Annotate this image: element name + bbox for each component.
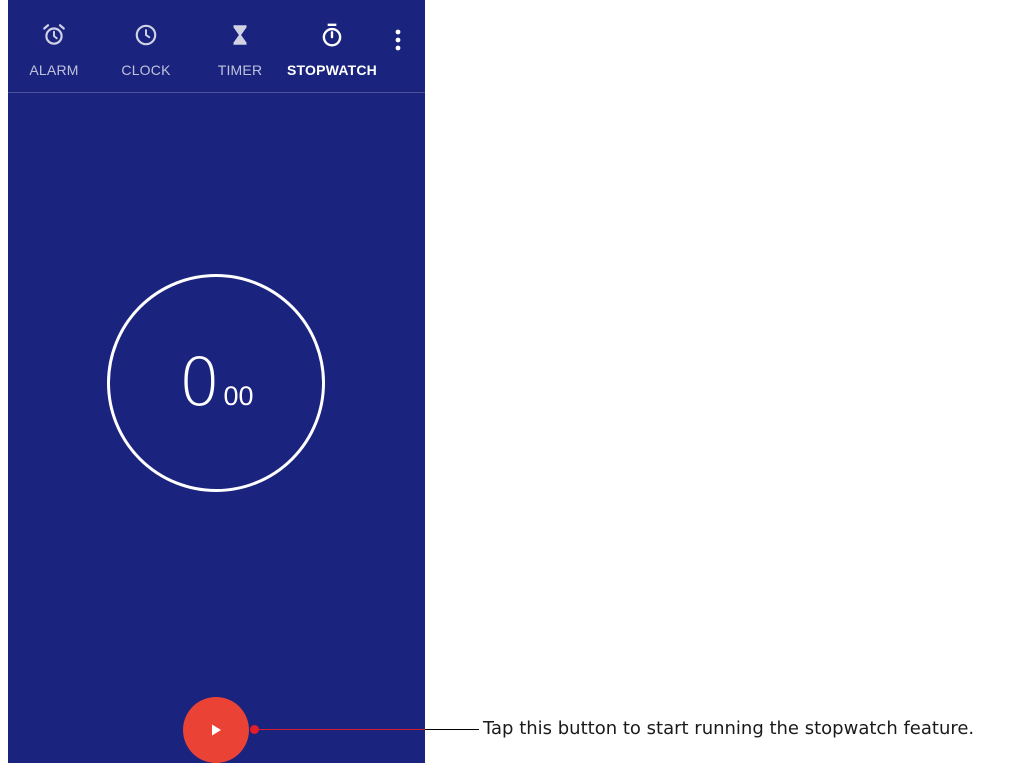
tab-clock-label: CLOCK [121, 62, 171, 78]
tab-timer-label: TIMER [217, 62, 263, 78]
tab-stopwatch-label: STOPWATCH [287, 62, 377, 78]
alarm-icon [41, 22, 67, 48]
tab-timer[interactable]: TIMER [208, 0, 272, 92]
tab-bar: ALARM CLOCK TIMER STOPWATCH [8, 0, 425, 93]
stopwatch-dial: 0 00 [107, 274, 325, 492]
clock-app-screen: ALARM CLOCK TIMER STOPWATCH 0 00 [8, 0, 425, 763]
tab-clock[interactable]: CLOCK [114, 0, 178, 92]
more-vert-icon [388, 29, 408, 60]
stopwatch-seconds: 0 [178, 344, 220, 421]
hourglass-icon [227, 22, 253, 48]
stopwatch-hundredths: 00 [223, 380, 254, 411]
tab-stopwatch[interactable]: STOPWATCH [287, 0, 377, 92]
stopwatch-icon [319, 22, 345, 48]
more-options-button[interactable] [388, 26, 408, 56]
screenshot-canvas: ALARM CLOCK TIMER STOPWATCH 0 00 Tap thi… [0, 0, 1030, 763]
callout-leader-line-outer [425, 729, 479, 730]
clock-icon [133, 22, 159, 48]
stopwatch-time: 0 00 [107, 274, 325, 492]
start-stopwatch-button[interactable] [183, 697, 249, 763]
tab-alarm-label: ALARM [29, 62, 79, 78]
tab-alarm[interactable]: ALARM [22, 0, 86, 92]
callout-anchor-dot [250, 725, 259, 734]
callout-text: Tap this button to start running the sto… [483, 718, 975, 739]
